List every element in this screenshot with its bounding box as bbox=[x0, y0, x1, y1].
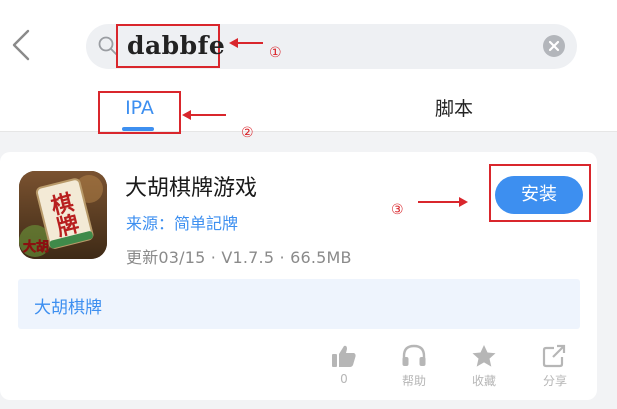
share-label: 分享 bbox=[542, 374, 567, 388]
search-input[interactable]: dabbfe bbox=[116, 24, 225, 68]
help-label: 帮助 bbox=[401, 374, 426, 388]
app-name[interactable]: 大胡棋牌游戏 bbox=[125, 170, 257, 202]
like-button[interactable]: 0 bbox=[324, 344, 364, 386]
close-icon bbox=[548, 40, 560, 52]
tab-ipa[interactable]: IPA bbox=[98, 91, 181, 134]
favorite-button[interactable]: 收藏 bbox=[464, 344, 504, 389]
app-source[interactable]: 来源：简单記牌 bbox=[126, 210, 238, 234]
like-count: 0 bbox=[340, 372, 348, 386]
help-button[interactable]: 帮助 bbox=[394, 344, 434, 389]
app-icon[interactable]: 棋 牌 大胡 bbox=[19, 171, 107, 259]
favorite-label: 收藏 bbox=[471, 374, 496, 388]
annotation-arrow-3 bbox=[418, 197, 468, 207]
tab-active-indicator bbox=[122, 127, 154, 131]
tab-script[interactable]: 脚本 bbox=[435, 94, 473, 121]
clear-search-button[interactable] bbox=[543, 35, 565, 57]
search-query-text: dabbfe bbox=[127, 31, 226, 60]
app-meta: 更新03/15 · V1.7.5 · 66.5MB bbox=[126, 248, 352, 267]
star-icon bbox=[472, 345, 496, 367]
back-arrow-icon[interactable] bbox=[10, 28, 34, 62]
share-icon bbox=[542, 344, 566, 368]
thumbs-up-icon bbox=[332, 345, 356, 367]
annotation-2: ② bbox=[241, 125, 254, 141]
svg-text:大胡: 大胡 bbox=[23, 239, 49, 255]
tag-bar: 大胡棋牌 bbox=[18, 279, 580, 329]
install-button[interactable]: 安装 bbox=[495, 176, 583, 214]
install-highlight: 安装 bbox=[489, 164, 591, 222]
annotation-arrow-1 bbox=[229, 38, 263, 48]
header: dabbfe IPA 脚本 bbox=[0, 0, 617, 134]
annotation-3: ③ bbox=[391, 202, 404, 218]
app-tag[interactable]: 大胡棋牌 bbox=[34, 293, 102, 318]
annotation-1: ① bbox=[269, 45, 282, 61]
mahjong-tile-icon: 棋 牌 大胡 bbox=[19, 171, 107, 259]
annotation-arrow-2 bbox=[182, 110, 226, 120]
tab-ipa-label: IPA bbox=[125, 97, 154, 119]
headphones-icon bbox=[402, 344, 426, 366]
share-button[interactable]: 分享 bbox=[535, 344, 575, 389]
